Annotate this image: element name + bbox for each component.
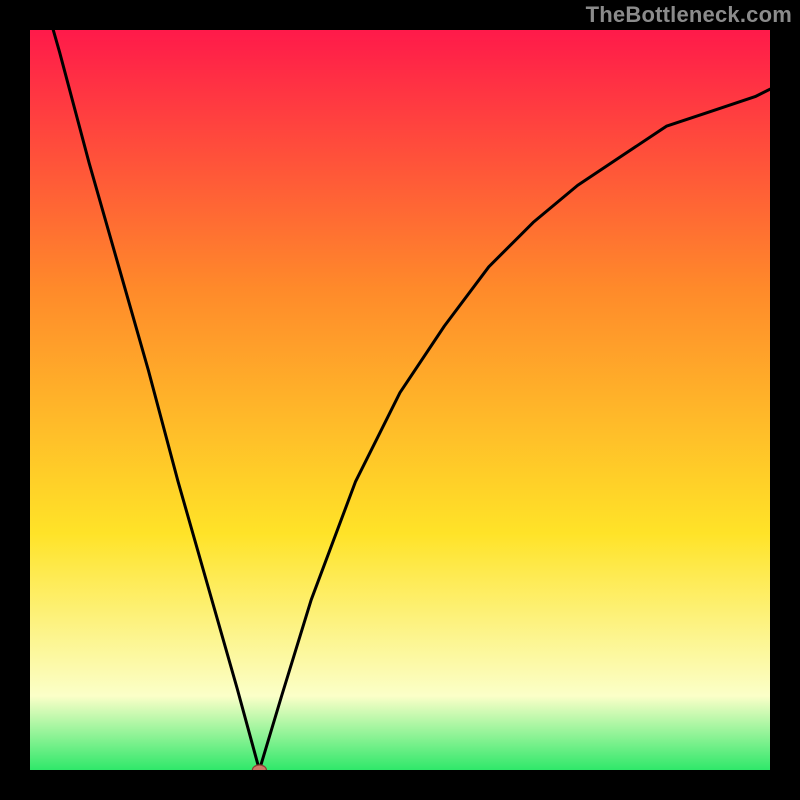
chart-svg [30,30,770,770]
plot-area [30,30,770,770]
watermark-text: TheBottleneck.com [586,2,792,28]
minimum-marker [252,765,266,770]
gradient-background [30,30,770,770]
chart-frame: TheBottleneck.com [0,0,800,800]
